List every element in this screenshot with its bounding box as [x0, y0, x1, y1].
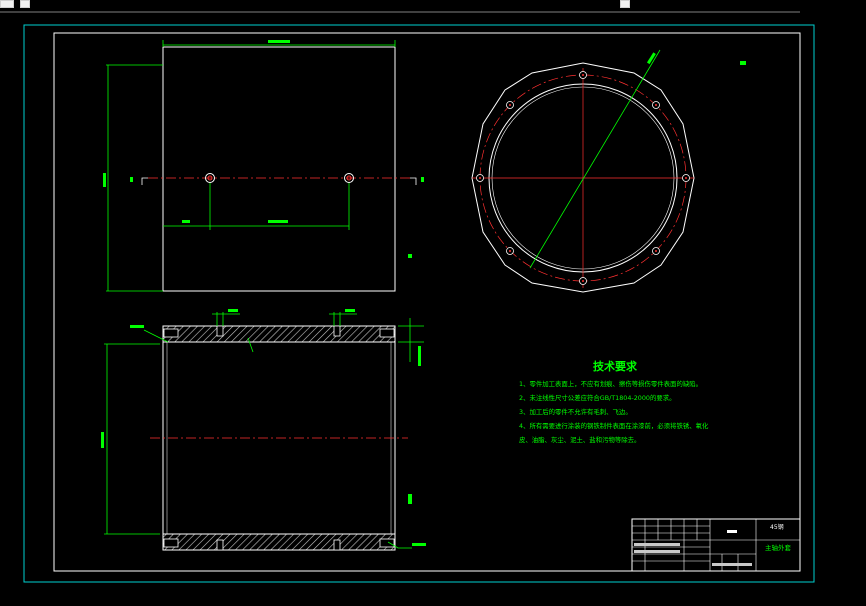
front-view-note-mark: [408, 254, 412, 258]
section-marker-right: [410, 177, 417, 185]
section-label-right: [421, 177, 424, 182]
dimension-width-top-label: [268, 40, 290, 43]
title-block: 45钢 主轴外套: [631, 518, 801, 572]
end-view: [471, 49, 746, 293]
tech-req-line-1: 1、零件加工表面上，不应有划痕、擦伤等损伤零件表面的缺陷。: [519, 379, 702, 388]
dimension-bottom-right-label: [408, 494, 412, 504]
technical-requirements: 技术要求 1、零件加工表面上，不应有划痕、擦伤等损伤零件表面的缺陷。 2、未注线…: [519, 359, 709, 444]
dimension-slot-widths: [212, 312, 357, 326]
end-view-diameter-label: [646, 52, 656, 65]
dimension-hole-spacing-label: [268, 220, 288, 223]
section-label-left: [130, 177, 133, 182]
surface-finish-note: [740, 61, 746, 65]
section-top-wall: [162, 325, 396, 343]
tech-req-line-5: 皮、油脂、灰尘、泥土、盐和污物等除去。: [519, 435, 640, 444]
dimension-height-left-label: [103, 173, 106, 187]
tech-req-line-4: 4、所有需要进行涂装的钢铁制件表面在涂漆前，必须将铁锈、氧化: [519, 421, 709, 430]
dimension-section-height: [104, 343, 160, 535]
title-block-part-name: 主轴外套: [765, 543, 792, 552]
callout-bottom-right-label: [412, 543, 426, 546]
tech-req-line-3: 3、加工后的零件不允许有毛刺、飞边。: [519, 407, 632, 416]
dimension-section-height-label: [101, 432, 104, 448]
callout-top-left-label: [130, 325, 144, 328]
sheet-border-outer: [23, 24, 815, 583]
cad-drawing-canvas[interactable]: 技术要求 1、零件加工表面上，不应有划痕、擦伤等损伤零件表面的缺陷。 2、未注线…: [0, 0, 866, 606]
dimension-hole-spacing: [163, 183, 350, 230]
slot-width-label-left: [228, 309, 238, 312]
title-block-fill-2: [634, 550, 680, 553]
title-block-material: 45钢: [770, 523, 784, 531]
tech-req-title: 技术要求: [593, 359, 638, 373]
section-view: [101, 309, 426, 551]
dimension-wall-thickness-label: [418, 346, 421, 366]
front-view-outline: [162, 46, 396, 292]
tech-req-line-2: 2、未注线性尺寸公差应符合GB/T1804-2000的要求。: [519, 393, 676, 402]
front-view: [103, 40, 424, 292]
title-block-company-mark: [727, 530, 737, 533]
section-marker-left: [141, 177, 148, 185]
end-view-diameter-leader: [529, 49, 661, 269]
drawing-frame: [53, 32, 801, 572]
title-block-fill-1: [634, 543, 680, 546]
title-block-fill-3: [712, 563, 752, 566]
dimension-hole-offset-label: [182, 220, 190, 223]
section-bottom-wall: [162, 533, 396, 551]
slot-width-label-right: [345, 309, 355, 312]
